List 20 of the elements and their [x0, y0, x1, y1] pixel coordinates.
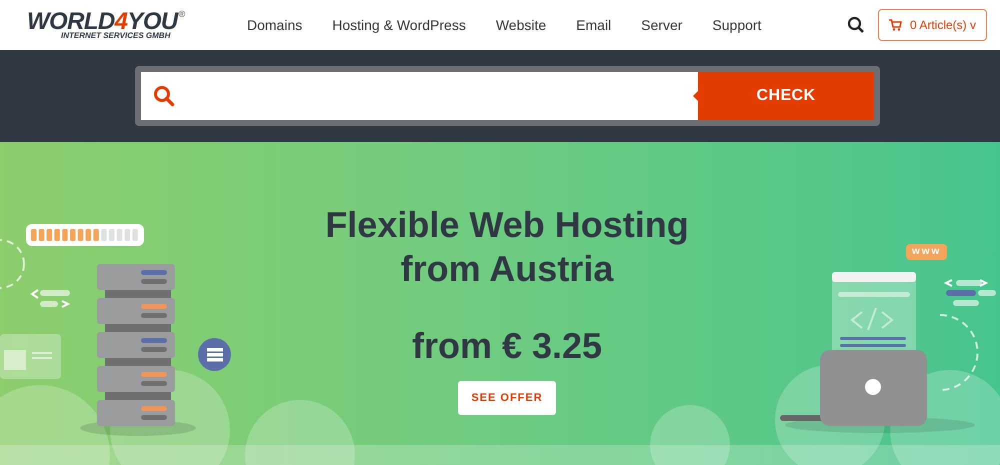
nav-link[interactable]: Email — [576, 14, 612, 36]
cart-icon — [888, 19, 902, 31]
domain-search-field[interactable] — [141, 72, 698, 120]
logo[interactable]: WORLD4YOU® INTERNET SERVICES GMBH — [27, 10, 227, 40]
nav-link[interactable]: Server — [641, 14, 682, 36]
search-icon — [846, 16, 865, 34]
nav-link[interactable]: Hosting & WordPress — [332, 14, 466, 36]
nav-link[interactable]: Website — [496, 14, 546, 36]
nav-link[interactable]: Support — [712, 14, 762, 36]
search-button[interactable] — [846, 15, 866, 35]
www-badge: www — [906, 244, 948, 260]
hero-title: Flexible Web Hosting — [325, 203, 689, 247]
nav-link[interactable]: Domains — [247, 14, 302, 36]
check-button[interactable]: CHECK — [698, 72, 874, 120]
see-offer-button[interactable]: SEE OFFER — [458, 381, 556, 415]
hero-title: from Austria — [400, 247, 614, 291]
search-icon — [153, 85, 175, 107]
server-list-icon — [198, 338, 231, 371]
price-text: from € 3.25 — [412, 324, 602, 368]
cart-button[interactable]: 0 Article(s) v — [878, 9, 987, 41]
